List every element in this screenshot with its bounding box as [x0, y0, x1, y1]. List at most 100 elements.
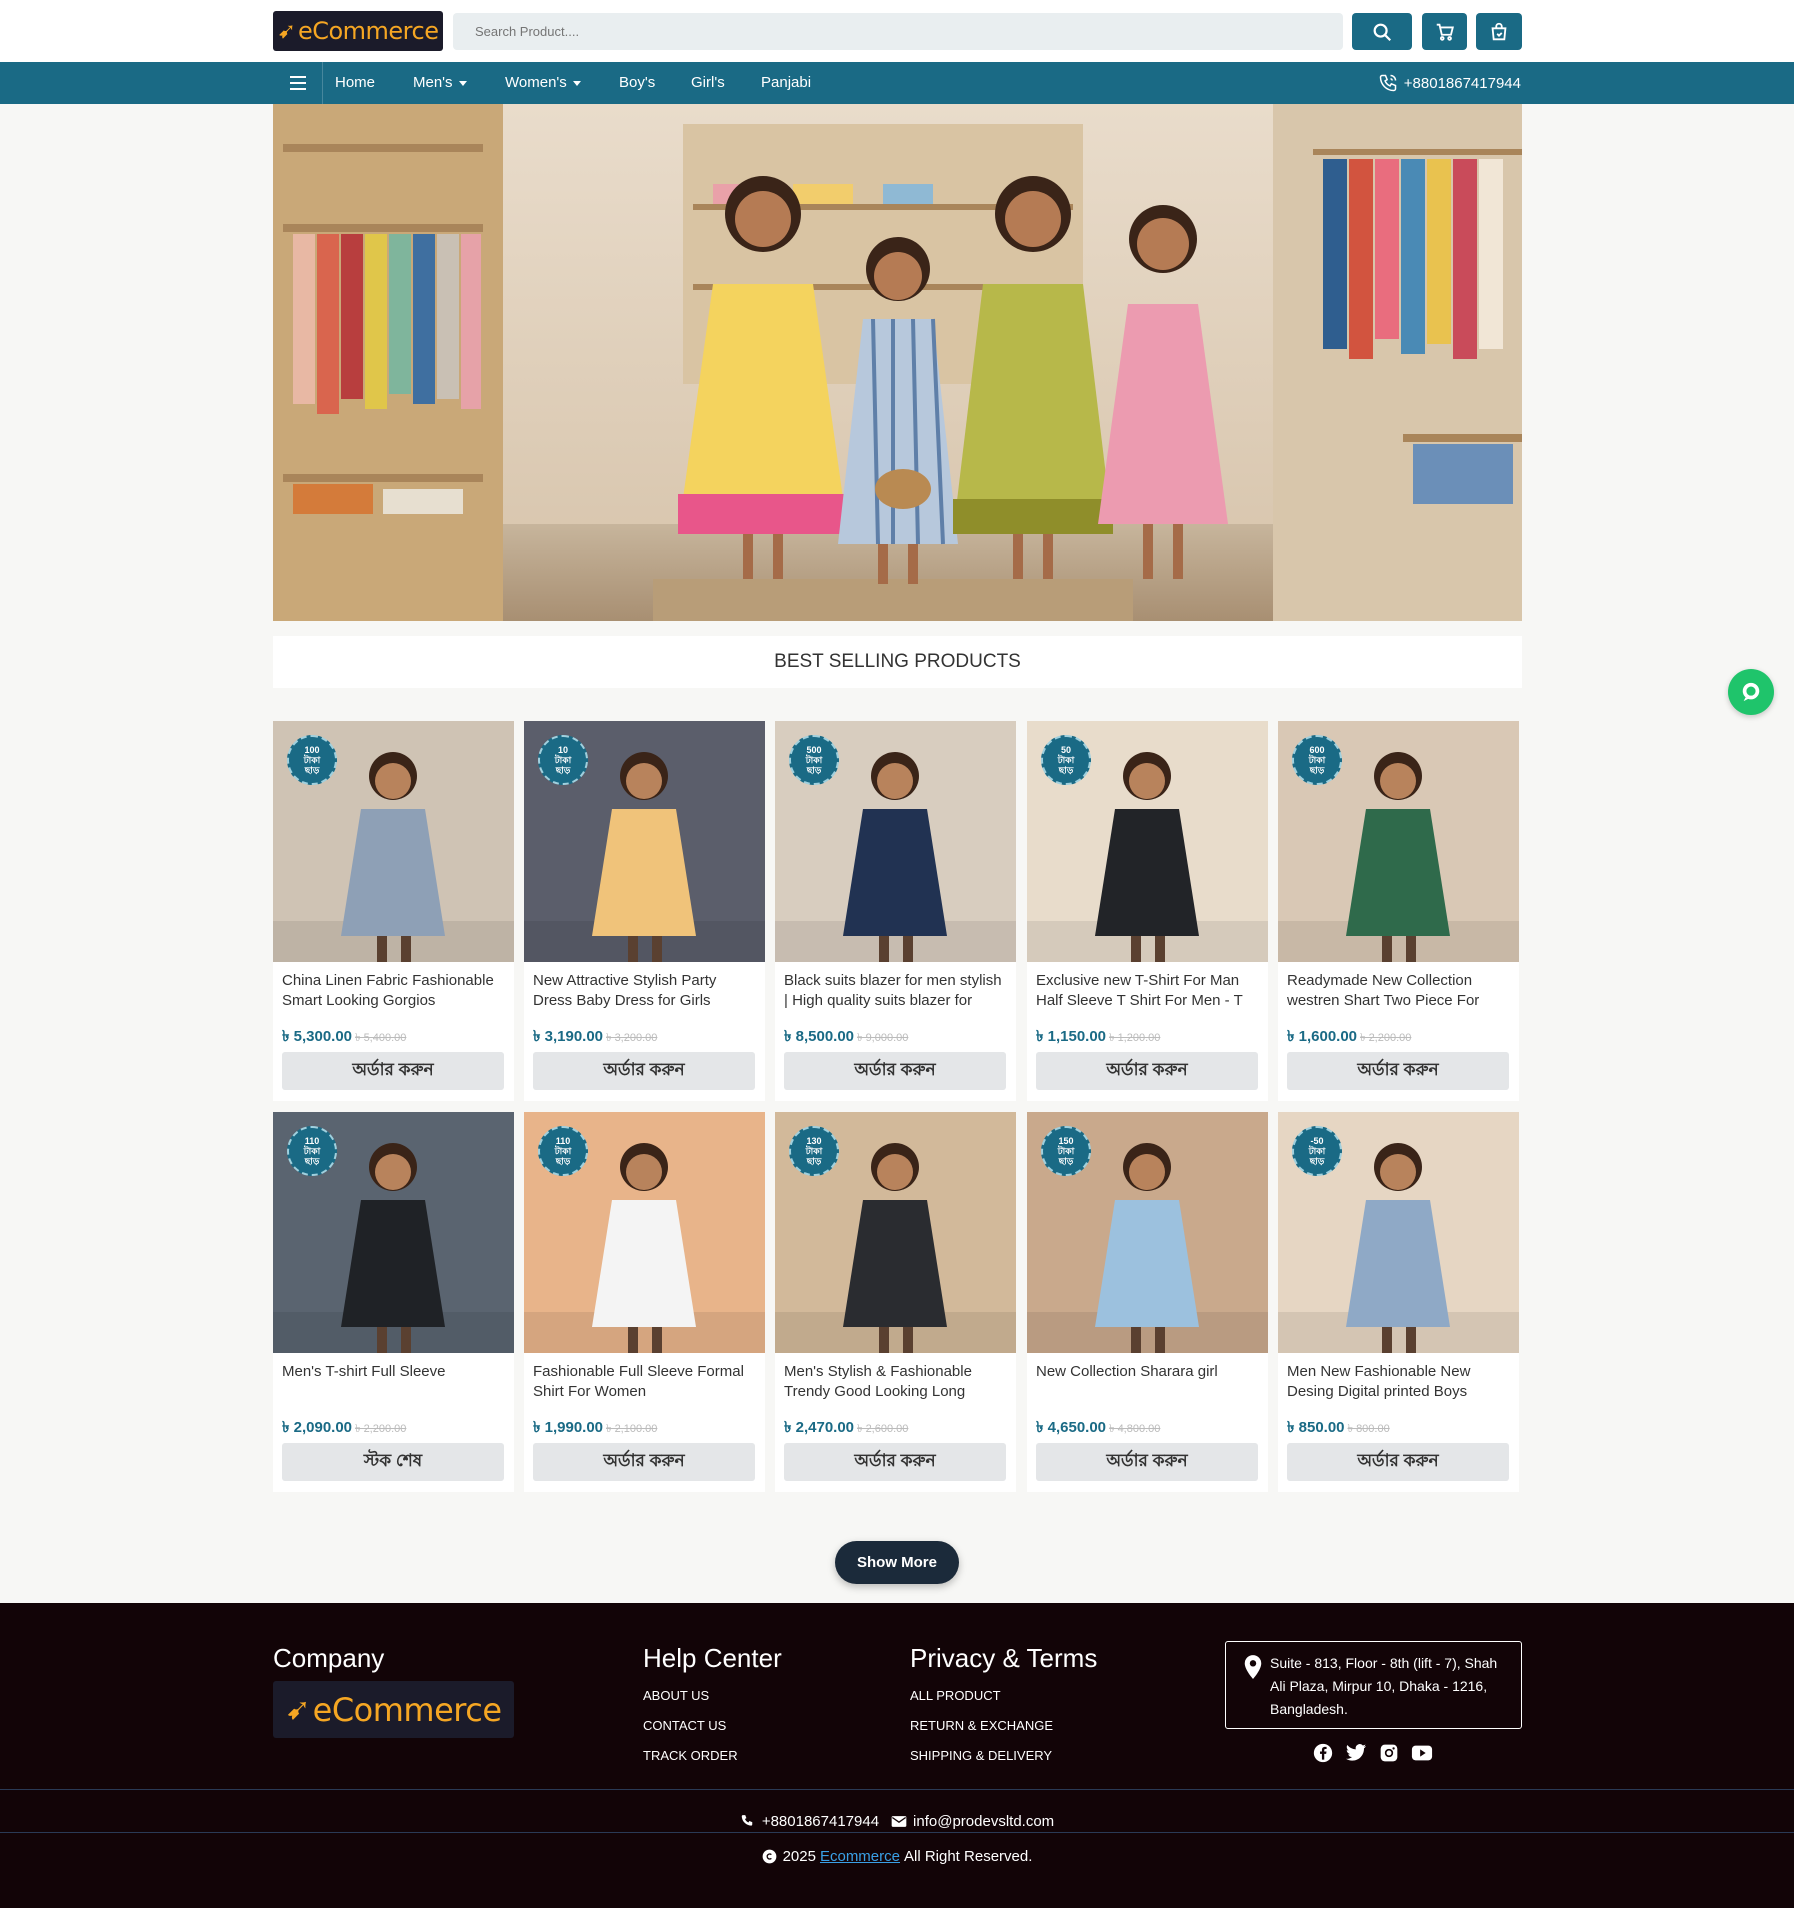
product-card[interactable]: 10 টাকা ছাড় New Attractive Stylish Party D… [524, 721, 765, 1101]
phone-call-icon [1379, 74, 1397, 92]
product-image[interactable]: -50 টাকা ছাড় [1278, 1112, 1519, 1353]
nav-mens[interactable]: Men's [413, 62, 467, 104]
old-price: ৳ 9,000.00 [857, 1032, 909, 1044]
cart-logo-icon: ➹ [285, 1693, 311, 1726]
site-logo[interactable]: ➹ eCommerce [273, 11, 443, 51]
footer-phone[interactable]: +8801867417944 [762, 1813, 879, 1830]
footer-link-track[interactable]: TRACK ORDER [643, 1748, 738, 1763]
order-button[interactable]: অর্ডার করুন [1036, 1443, 1258, 1481]
nav-panjabi[interactable]: Panjabi [761, 62, 811, 104]
nav-girls[interactable]: Girl's [691, 62, 725, 104]
footer-link-about[interactable]: ABOUT US [643, 1688, 709, 1703]
search-input[interactable] [453, 13, 1343, 50]
product-title[interactable]: Readymade New Collection westren Shart T… [1287, 971, 1512, 1011]
product-card[interactable]: 100 টাকা ছাড় China Linen Fabric Fashionabl… [273, 721, 514, 1101]
footer-company-heading: Company [273, 1643, 385, 1673]
product-image[interactable]: 50 টাকা ছাড় [1027, 721, 1268, 962]
old-price: ৳ 2,200.00 [1360, 1032, 1412, 1044]
product-title[interactable]: Men New Fashionable New Desing Digital p… [1287, 1362, 1512, 1402]
product-image[interactable]: 130 টাকা ছাড় [775, 1112, 1016, 1353]
product-card[interactable]: 110 টাকা ছাড় Men's T-shirt Full Sleeve ৳ 2,… [273, 1112, 514, 1492]
product-title[interactable]: Black suits blazer for men stylish | Hig… [784, 971, 1009, 1011]
footer-link-shipping[interactable]: SHIPPING & DELIVERY [910, 1748, 1052, 1763]
old-price: ৳ 800.00 [1347, 1423, 1390, 1435]
search-button[interactable] [1352, 13, 1412, 50]
order-button[interactable]: অর্ডার করুন [784, 1052, 1006, 1090]
order-button[interactable]: অর্ডার করুন [533, 1443, 755, 1481]
product-image[interactable]: 10 টাকা ছাড় [524, 721, 765, 962]
order-button[interactable]: অর্ডার করুন [533, 1052, 755, 1090]
product-title[interactable]: Exclusive new T-Shirt For Man Half Sleev… [1036, 971, 1261, 1011]
hero-banner[interactable] [273, 104, 1522, 621]
twitter-icon [1345, 1744, 1367, 1761]
product-price: ৳ 1,600.00 ৳ 2,200.00 [1287, 1028, 1412, 1045]
section-title: BEST SELLING PRODUCTS [273, 636, 1522, 688]
product-image[interactable]: 150 টাকা ছাড় [1027, 1112, 1268, 1353]
product-card[interactable]: -50 টাকা ছাড় Men New Fashionable New Desin… [1278, 1112, 1519, 1492]
product-price: ৳ 1,150.00 ৳ 1,200.00 [1036, 1028, 1161, 1045]
chat-button[interactable] [1728, 669, 1774, 715]
discount-badge: 130 টাকা ছাড় [789, 1126, 839, 1176]
product-title[interactable]: New Attractive Stylish Party Dress Baby … [533, 971, 758, 1011]
nav-womens[interactable]: Women's [505, 62, 581, 104]
product-image[interactable]: 110 টাকা ছাড় [524, 1112, 765, 1353]
order-button[interactable]: অর্ডার করুন [282, 1052, 504, 1090]
product-price: ৳ 1,990.00 ৳ 2,100.00 [533, 1419, 658, 1436]
footer-logo[interactable]: ➹ eCommerce [273, 1681, 514, 1738]
hero-image [273, 104, 1522, 621]
product-image[interactable]: 500 টাকা ছাড় [775, 721, 1016, 962]
product-card[interactable]: 600 টাকা ছাড় Readymade New Collection west… [1278, 721, 1519, 1101]
product-card[interactable]: 130 টাকা ছাড় Men's Stylish & Fashionable T… [775, 1112, 1016, 1492]
footer-divider [0, 1832, 1794, 1833]
instagram-icon [1380, 1744, 1398, 1762]
product-price: ৳ 4,650.00 ৳ 4,800.00 [1036, 1419, 1161, 1436]
phone-icon [741, 1815, 753, 1826]
footer-privacy-heading: Privacy & Terms [910, 1643, 1098, 1673]
product-title[interactable]: China Linen Fabric Fashionable Smart Loo… [282, 971, 507, 1011]
order-button[interactable]: অর্ডার করুন [1036, 1052, 1258, 1090]
menu-toggle[interactable] [273, 62, 323, 104]
footer-email[interactable]: info@prodevsltd.com [913, 1813, 1054, 1830]
footer-link-contact[interactable]: CONTACT US [643, 1718, 726, 1733]
footer-link-return[interactable]: RETURN & EXCHANGE [910, 1718, 1053, 1733]
product-title[interactable]: Fashionable Full Sleeve Formal Shirt For… [533, 1362, 758, 1402]
product-price: ৳ 8,500.00 ৳ 9,000.00 [784, 1028, 909, 1045]
product-price: ৳ 850.00 ৳ 800.00 [1287, 1419, 1390, 1436]
old-price: ৳ 2,200.00 [355, 1423, 407, 1435]
copyright-link[interactable]: Ecommerce [820, 1848, 900, 1865]
youtube-link[interactable] [1411, 1742, 1433, 1764]
discount-badge: 600 টাকা ছাড় [1292, 735, 1342, 785]
main-nav: Home Men's Women's Boy's Girl's Panjabi … [0, 62, 1794, 104]
twitter-link[interactable] [1345, 1742, 1367, 1764]
shopping-bag-icon [1491, 22, 1507, 40]
product-card[interactable]: 500 টাকা ছাড় Black suits blazer for men st… [775, 721, 1016, 1101]
product-title[interactable]: Men's Stylish & Fashionable Trendy Good … [784, 1362, 1009, 1402]
nav-home[interactable]: Home [335, 62, 375, 104]
cart-logo-icon: ➹ [277, 18, 296, 43]
order-button[interactable]: অর্ডার করুন [784, 1443, 1006, 1481]
product-card[interactable]: 50 টাকা ছাড় Exclusive new T-Shirt For Man … [1027, 721, 1268, 1101]
product-price: ৳ 5,300.00 ৳ 5,400.00 [282, 1028, 407, 1045]
product-title[interactable]: New Collection Sharara girl [1036, 1362, 1261, 1402]
order-button[interactable]: অর্ডার করুন [1287, 1443, 1509, 1481]
nav-phone[interactable]: +8801867417944 [1378, 62, 1521, 104]
chat-bubble-icon [1742, 682, 1760, 702]
product-card[interactable]: 150 টাকা ছাড় New Collection Sharara girl ৳ … [1027, 1112, 1268, 1492]
footer-link-all-product[interactable]: ALL PRODUCT [910, 1688, 1001, 1703]
show-more-button[interactable]: Show More [835, 1541, 959, 1584]
product-image[interactable]: 100 টাকা ছাড় [273, 721, 514, 962]
cart-button[interactable] [1422, 13, 1467, 50]
product-card[interactable]: 110 টাকা ছাড় Fashionable Full Sleeve Forma… [524, 1112, 765, 1492]
facebook-link[interactable] [1312, 1742, 1334, 1764]
product-image[interactable]: 600 টাকা ছাড় [1278, 721, 1519, 962]
hamburger-icon [289, 76, 306, 90]
footer-contact-row: +8801867417944 info@prodevsltd.com [0, 1809, 1794, 1833]
product-image[interactable]: 110 টাকা ছাড় [273, 1112, 514, 1353]
product-title[interactable]: Men's T-shirt Full Sleeve [282, 1362, 507, 1402]
order-button[interactable]: অর্ডার করুন [1287, 1052, 1509, 1090]
bag-button[interactable] [1476, 13, 1522, 50]
instagram-link[interactable] [1378, 1742, 1400, 1764]
order-button[interactable]: স্টক শেষ [282, 1443, 504, 1481]
nav-boys[interactable]: Boy's [619, 62, 655, 104]
discount-badge: 150 টাকা ছাড় [1041, 1126, 1091, 1176]
